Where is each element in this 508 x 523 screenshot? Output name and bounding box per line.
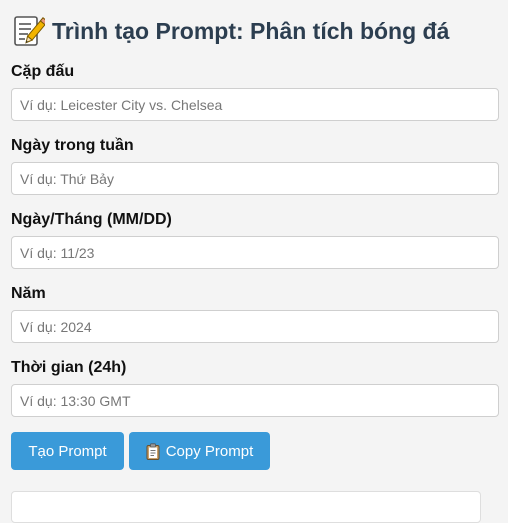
create-prompt-label: Tạo Prompt (28, 442, 107, 460)
weekday-label: Ngày trong tuần (11, 137, 134, 154)
action-bar: Tạo Prompt Copy Prompt (11, 432, 499, 470)
prompt-output[interactable] (11, 491, 481, 523)
time-input[interactable] (11, 384, 499, 417)
page-title-text: Trình tạo Prompt: Phân tích bóng đá (52, 17, 450, 44)
field-weekday: Ngày trong tuần (11, 136, 499, 195)
copy-prompt-button[interactable]: Copy Prompt (129, 432, 270, 470)
field-year: Năm (11, 284, 499, 343)
year-input[interactable] (11, 310, 499, 343)
page-title: Trình tạo Prompt: Phân tích bóng đá (11, 10, 499, 52)
field-matchup: Cặp đấu (11, 62, 499, 121)
weekday-input[interactable] (11, 162, 499, 195)
field-date: Ngày/Tháng (MM/DD) (11, 210, 499, 269)
year-label: Năm (11, 285, 46, 302)
prompt-generator-page: Trình tạo Prompt: Phân tích bóng đá Cặp … (11, 10, 499, 523)
date-input[interactable] (11, 236, 499, 269)
date-label: Ngày/Tháng (MM/DD) (11, 211, 172, 228)
copy-prompt-label: Copy Prompt (165, 442, 254, 460)
time-label: Thời gian (24h) (11, 359, 127, 376)
matchup-label: Cặp đấu (11, 63, 75, 80)
clipboard-icon (146, 442, 160, 460)
field-time: Thời gian (24h) (11, 358, 499, 417)
matchup-input[interactable] (11, 88, 499, 121)
create-prompt-button[interactable]: Tạo Prompt (11, 432, 124, 470)
memo-icon (11, 14, 49, 48)
